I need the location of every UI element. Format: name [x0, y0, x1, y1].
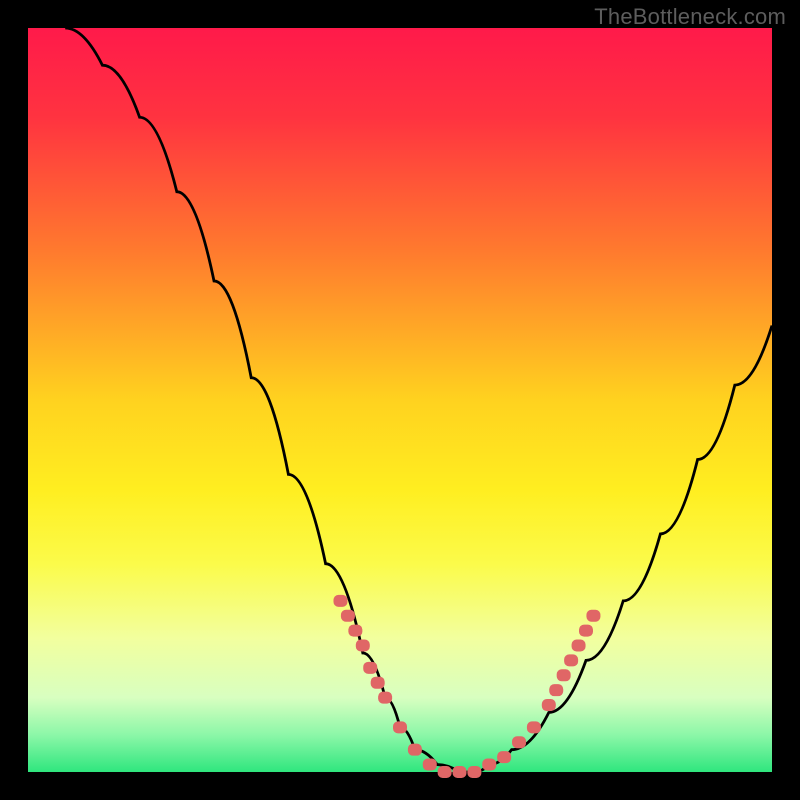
highlight-marker: [467, 766, 481, 778]
highlight-marker: [438, 766, 452, 778]
highlight-marker: [482, 759, 496, 771]
highlight-marker: [542, 699, 556, 711]
highlight-marker: [549, 684, 563, 696]
chart-container: TheBottleneck.com: [0, 0, 800, 800]
highlight-marker: [579, 625, 593, 637]
highlight-marker: [564, 654, 578, 666]
highlight-marker: [512, 736, 526, 748]
highlight-marker: [371, 677, 385, 689]
highlight-marker: [497, 751, 511, 763]
highlight-marker: [356, 640, 370, 652]
highlight-marker: [363, 662, 377, 674]
bottleneck-chart: [0, 0, 800, 800]
highlight-marker: [423, 759, 437, 771]
highlight-marker: [572, 640, 586, 652]
highlight-marker: [586, 610, 600, 622]
highlight-marker: [348, 625, 362, 637]
highlight-marker: [527, 721, 541, 733]
watermark-text: TheBottleneck.com: [594, 4, 786, 30]
highlight-marker: [453, 766, 467, 778]
highlight-marker: [378, 692, 392, 704]
highlight-marker: [341, 610, 355, 622]
highlight-marker: [393, 721, 407, 733]
highlight-marker: [408, 744, 422, 756]
highlight-marker: [557, 669, 571, 681]
highlight-marker: [333, 595, 347, 607]
